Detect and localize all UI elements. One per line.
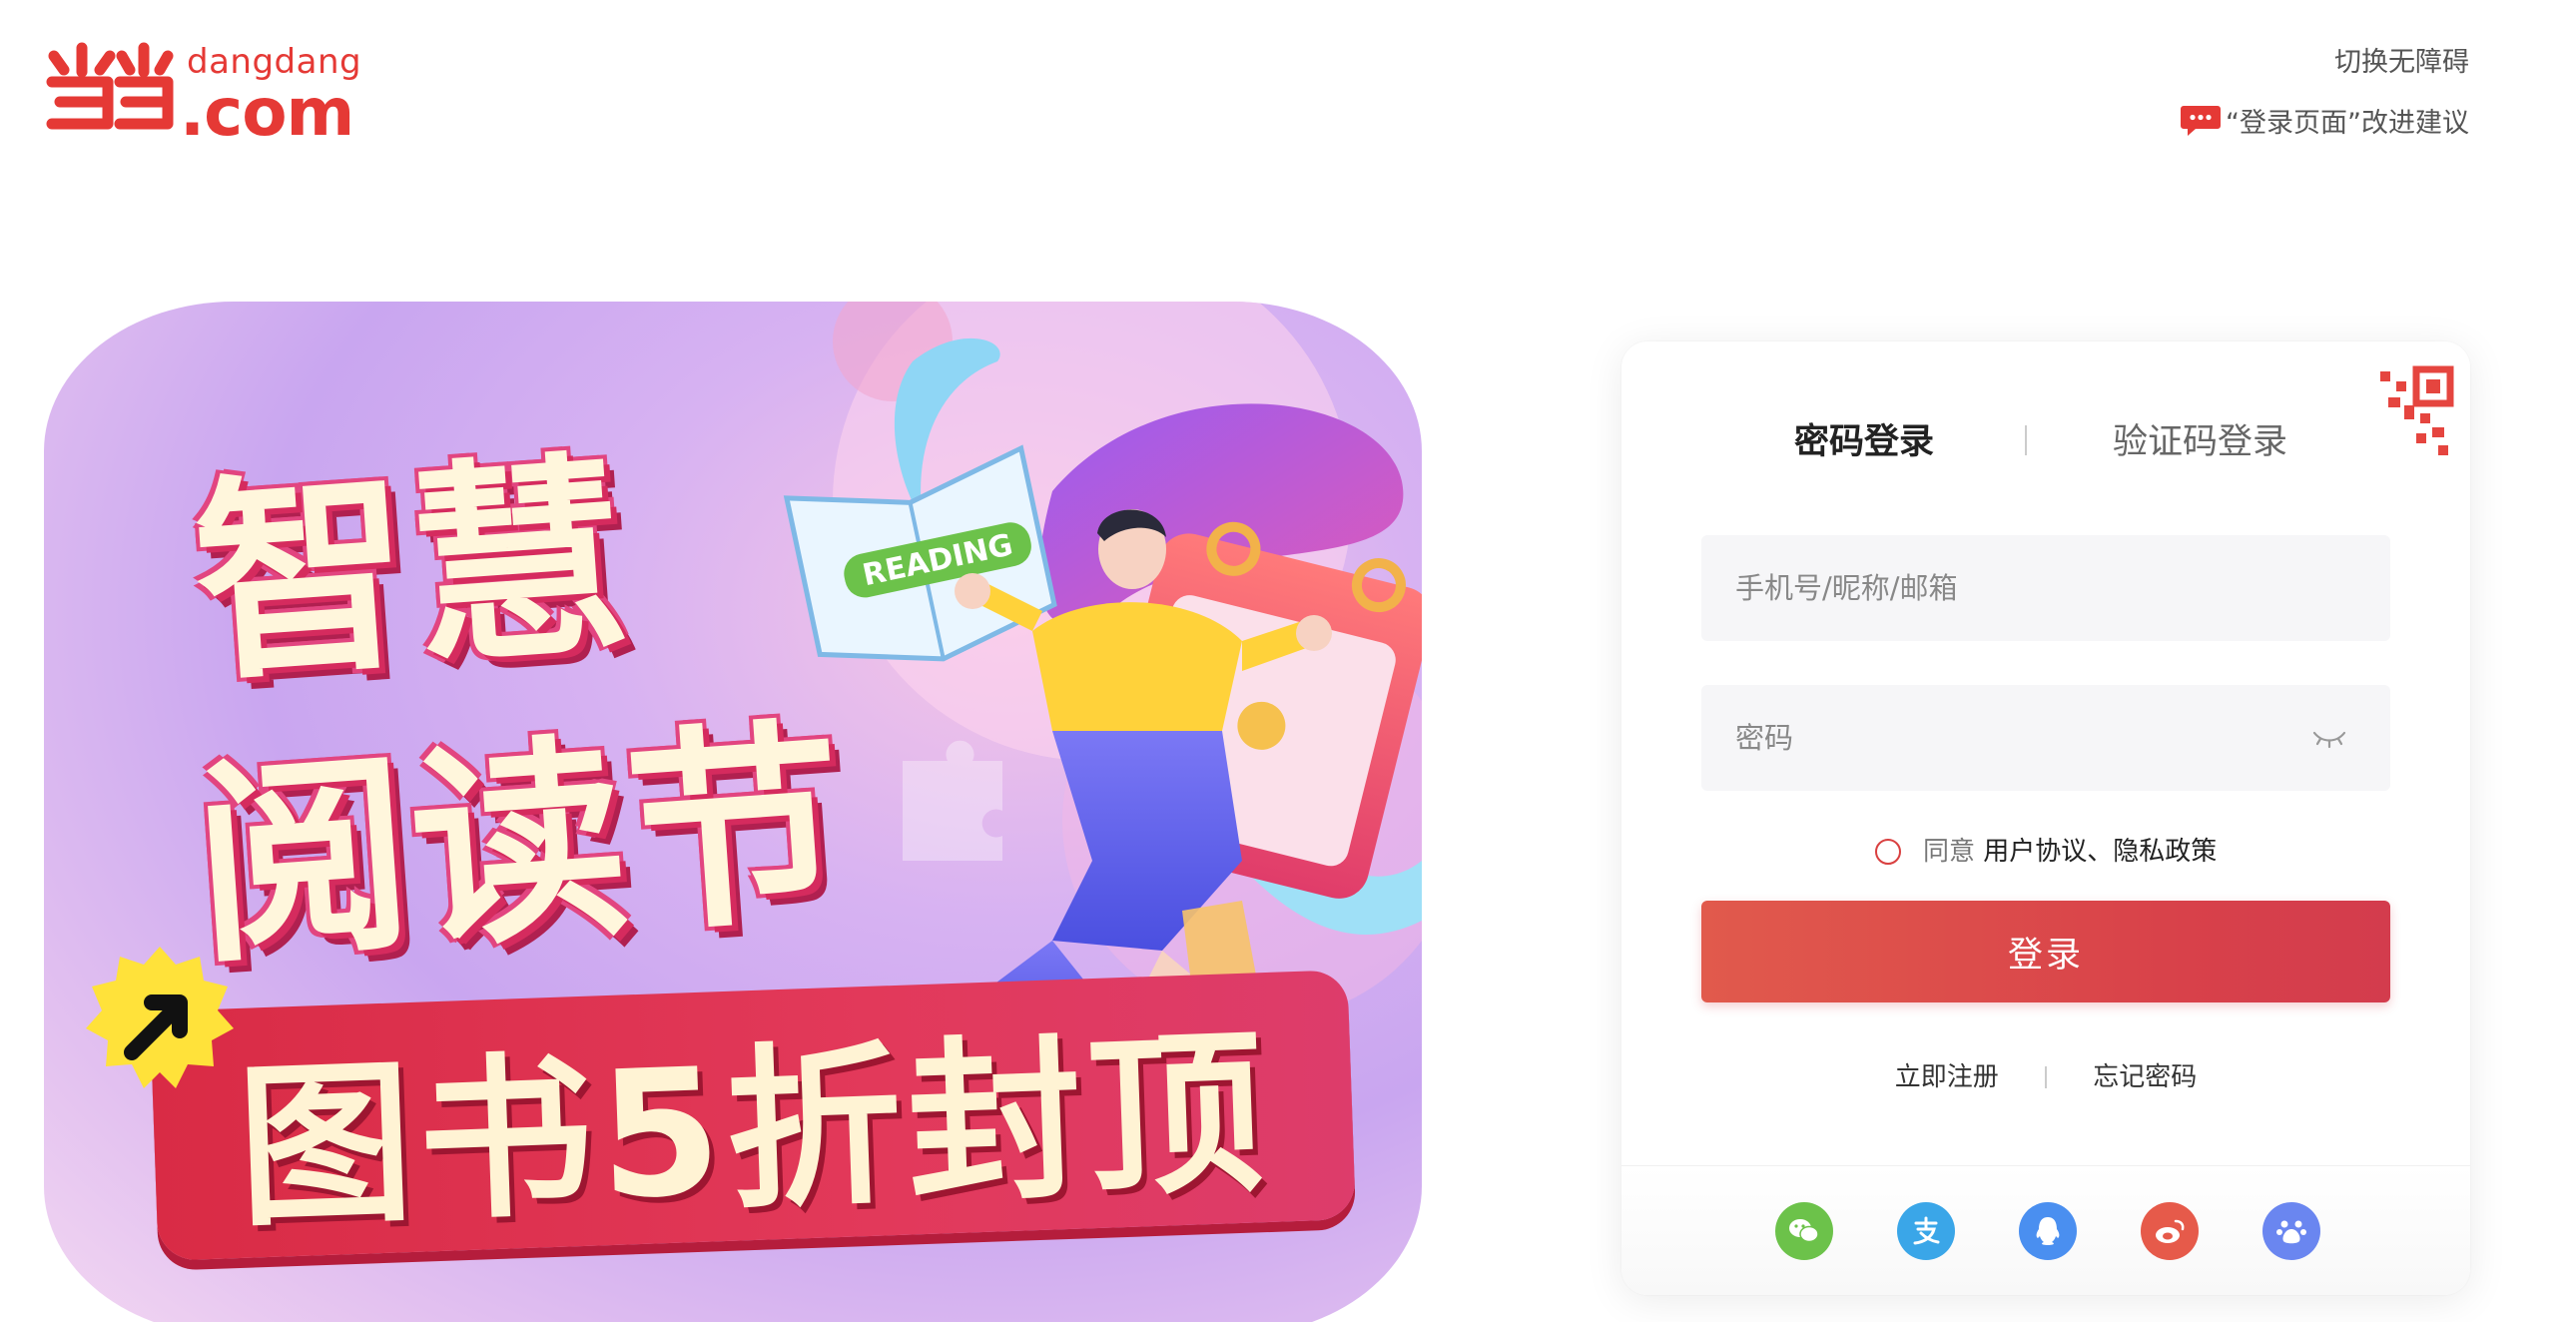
wechat-icon[interactable] xyxy=(1775,1202,1833,1260)
alipay-icon[interactable] xyxy=(1897,1202,1955,1260)
login-button[interactable]: 登录 xyxy=(1701,901,2390,1002)
agree-prefix: 同意 xyxy=(1922,837,1975,867)
promo-banner[interactable]: READING 智慧 阅读节 图书5折封顶 xyxy=(44,302,1422,1322)
feedback-link[interactable]: “登录页面”改进建议 xyxy=(2180,101,2469,140)
username-field xyxy=(1701,535,2390,641)
tab-divider xyxy=(2025,425,2027,455)
aux-divider xyxy=(2045,1066,2047,1088)
agree-checkbox[interactable] xyxy=(1874,839,1901,865)
agreement-links[interactable]: 用户协议、隐私政策 xyxy=(1983,837,2217,867)
banner-title-line2: 阅读节 xyxy=(187,697,854,993)
agreement-row: 同意 用户协议、隐私政策 xyxy=(1621,831,2470,868)
arrow-badge-icon xyxy=(80,941,240,1100)
forgot-password-link[interactable]: 忘记密码 xyxy=(2093,1062,2197,1092)
tab-password-login[interactable]: 密码登录 xyxy=(1794,413,1934,464)
register-link[interactable]: 立即注册 xyxy=(1895,1062,1999,1092)
baidu-icon[interactable] xyxy=(2262,1202,2320,1260)
feedback-link-text[interactable]: “登录页面”改进建议 xyxy=(2226,101,2469,140)
password-input[interactable] xyxy=(1701,685,2390,791)
aux-links: 立即注册 忘记密码 xyxy=(1621,1056,2470,1093)
dangdang-logo[interactable]: dangdang .com xyxy=(44,38,363,151)
password-field xyxy=(1701,685,2390,791)
top-links: 切换无障碍 “登录页面”改进建议 xyxy=(2180,40,2469,140)
login-tabs: 密码登录 验证码登录 xyxy=(1621,413,2470,473)
chat-bubble-icon xyxy=(2180,104,2222,138)
eye-closed-icon[interactable] xyxy=(2310,723,2348,753)
promo-text: 图书5折封顶 xyxy=(234,1011,1273,1251)
social-login-bar xyxy=(1621,1165,2470,1295)
logo-domain: .com xyxy=(180,74,354,151)
tab-code-login[interactable]: 验证码登录 xyxy=(2113,413,2287,464)
promo-strip: 图书5折封顶 xyxy=(150,970,1356,1261)
login-page: dangdang .com 切换无障碍 “登录页面”改进建议 READING 智… xyxy=(0,0,2576,1322)
login-card: 密码登录 验证码登录 同意 用户协议、隐私政策 登录 立即注册 xyxy=(1621,341,2470,1295)
weibo-icon[interactable] xyxy=(2141,1202,2199,1260)
qq-icon[interactable] xyxy=(2019,1202,2077,1260)
username-input[interactable] xyxy=(1701,535,2390,641)
accessibility-link[interactable]: 切换无障碍 xyxy=(2180,40,2469,79)
